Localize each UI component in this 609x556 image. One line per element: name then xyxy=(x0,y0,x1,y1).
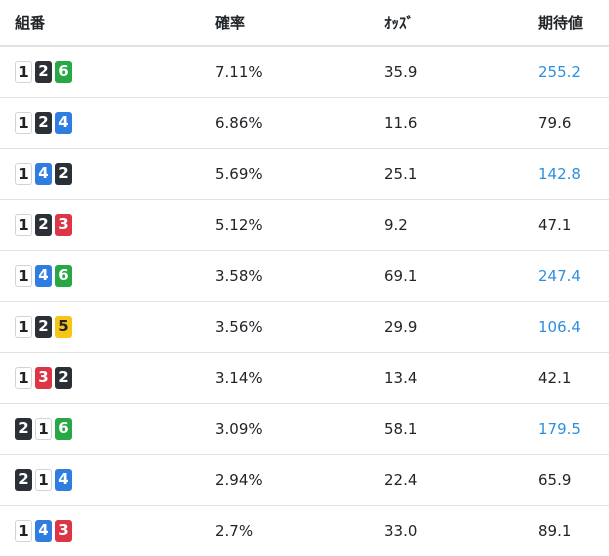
probability-cell: 3.56% xyxy=(200,301,369,353)
combo-cell: 132 xyxy=(0,352,200,404)
combo-badges: 146 xyxy=(15,264,72,287)
combo-badges: 123 xyxy=(15,213,72,236)
combo-cell: 146 xyxy=(0,250,200,302)
boat-number-badge: 6 xyxy=(55,417,72,440)
probability-cell: 3.09% xyxy=(200,403,369,455)
boat-number-badge: 4 xyxy=(55,111,72,134)
combo-cell: 142 xyxy=(0,148,200,200)
odds-cell: 13.4 xyxy=(369,352,523,404)
odds-cell: 33.0 xyxy=(384,521,418,540)
boat-number-badge: 1 xyxy=(35,468,52,491)
boat-number-badge: 3 xyxy=(55,213,72,236)
table-row[interactable]: 1 4 3 2.7% 33.0 89.1 xyxy=(0,505,609,556)
boat-number-badge: 3 xyxy=(55,519,72,542)
probability-cell: 6.86% xyxy=(200,97,369,149)
boat-number-badge: 4 xyxy=(35,162,52,185)
header-row: 組番 確率 ｵｯｽﾞ 期待値 xyxy=(0,0,609,47)
odds-cell: 29.9 xyxy=(369,301,523,353)
boat-number-badge: 3 xyxy=(35,366,52,389)
probability-cell: 2.7% xyxy=(215,521,254,540)
boat-number-badge: 2 xyxy=(15,417,32,440)
table-header: 組番 確率 ｵｯｽﾞ 期待値 xyxy=(0,0,609,47)
probability-cell: 5.69% xyxy=(200,148,369,200)
combo-badges: 214 xyxy=(15,468,72,491)
combo-badges: 142 xyxy=(15,162,72,185)
header-combo[interactable]: 組番 xyxy=(0,0,200,47)
combo-cell: 123 xyxy=(0,199,200,251)
odds-cell: 9.2 xyxy=(369,199,523,251)
odds-cell: 22.4 xyxy=(369,454,523,506)
table-row[interactable]: 1 4 6 3.58% 69.1 247.4 xyxy=(0,250,609,302)
expected-value-cell: 247.4 xyxy=(523,250,609,302)
odds-cell: 58.1 xyxy=(369,403,523,455)
expected-value-cell: 79.6 xyxy=(523,97,609,149)
boat-number-badge: 1 xyxy=(15,213,32,236)
boat-number-badge: 2 xyxy=(35,315,52,338)
expected-value-cell: 179.5 xyxy=(523,403,609,455)
expected-value-cell: 255.2 xyxy=(523,46,609,98)
combo-cell: 214 xyxy=(0,454,200,506)
combo-cell: 124 xyxy=(0,97,200,149)
header-odds[interactable]: ｵｯｽﾞ xyxy=(369,0,523,47)
table-row[interactable]: 1 2 3 5.12% 9.2 47.1 xyxy=(0,199,609,251)
boat-number-badge: 2 xyxy=(35,60,52,83)
boat-number-badge: 4 xyxy=(35,264,52,287)
expected-value-cell: 142.8 xyxy=(523,148,609,200)
boat-number-badge: 6 xyxy=(55,60,72,83)
expected-value-cell: 106.4 xyxy=(523,301,609,353)
combo-badges: 132 xyxy=(15,366,72,389)
table-row[interactable]: 2 1 6 3.09% 58.1 179.5 xyxy=(0,403,609,455)
odds-table: 組番 確率 ｵｯｽﾞ 期待値 1 2 6 7.11% 35.9 255.2 1 2 4 6.86%… xyxy=(0,0,609,556)
expected-value-cell: 42.1 xyxy=(523,352,609,404)
boat-number-badge: 1 xyxy=(15,264,32,287)
odds-cell: 69.1 xyxy=(369,250,523,302)
combo-cell: 216 xyxy=(0,403,200,455)
probability-cell: 3.14% xyxy=(200,352,369,404)
boat-number-badge: 2 xyxy=(35,111,52,134)
boat-number-badge: 5 xyxy=(55,315,72,338)
combo-cell: 125 xyxy=(0,301,200,353)
boat-number-badge: 2 xyxy=(55,366,72,389)
table-row[interactable]: 1 2 4 6.86% 11.6 79.6 xyxy=(0,97,609,149)
boat-number-badge: 1 xyxy=(15,162,32,185)
expected-value-cell: 89.1 xyxy=(538,521,572,540)
boat-number-badge: 1 xyxy=(15,315,32,338)
boat-number-badge: 6 xyxy=(55,264,72,287)
combo-badges: 125 xyxy=(15,315,72,338)
combo-badges: 124 xyxy=(15,111,72,134)
boat-number-badge: 1 xyxy=(35,417,52,440)
header-probability[interactable]: 確率 xyxy=(200,0,369,47)
probability-cell: 3.58% xyxy=(200,250,369,302)
boat-number-badge: 1 xyxy=(15,519,32,542)
table-row[interactable]: 2 1 4 2.94% 22.4 65.9 xyxy=(0,454,609,506)
probability-cell: 2.94% xyxy=(200,454,369,506)
boat-number-badge: 4 xyxy=(55,468,72,491)
boat-number-badge: 1 xyxy=(15,366,32,389)
table-row[interactable]: 1 3 2 3.14% 13.4 42.1 xyxy=(0,352,609,404)
odds-cell: 11.6 xyxy=(369,97,523,149)
combo-cell: 143 xyxy=(0,505,200,556)
boat-number-badge: 2 xyxy=(55,162,72,185)
table-body: 1 2 6 7.11% 35.9 255.2 1 2 4 6.86% 11.6 79.6 1 4 2 5.69… xyxy=(0,46,609,556)
expected-value-cell: 65.9 xyxy=(523,454,609,506)
boat-number-badge: 1 xyxy=(15,60,32,83)
probability-cell: 5.12% xyxy=(200,199,369,251)
combo-badges: 126 xyxy=(15,60,72,83)
boat-number-badge: 2 xyxy=(15,468,32,491)
combo-badges: 143 xyxy=(15,519,72,542)
probability-cell: 7.11% xyxy=(200,46,369,98)
odds-cell: 35.9 xyxy=(369,46,523,98)
combo-badges: 216 xyxy=(15,417,72,440)
boat-number-badge: 2 xyxy=(35,213,52,236)
combo-cell: 126 xyxy=(0,46,200,98)
table-row[interactable]: 1 2 6 7.11% 35.9 255.2 xyxy=(0,46,609,98)
boat-number-badge: 1 xyxy=(15,111,32,134)
odds-cell: 25.1 xyxy=(369,148,523,200)
expected-value-cell: 47.1 xyxy=(523,199,609,251)
table-row[interactable]: 1 4 2 5.69% 25.1 142.8 xyxy=(0,148,609,200)
boat-number-badge: 4 xyxy=(35,519,52,542)
table-row[interactable]: 1 2 5 3.56% 29.9 106.4 xyxy=(0,301,609,353)
header-expected-value[interactable]: 期待値 xyxy=(523,0,609,47)
